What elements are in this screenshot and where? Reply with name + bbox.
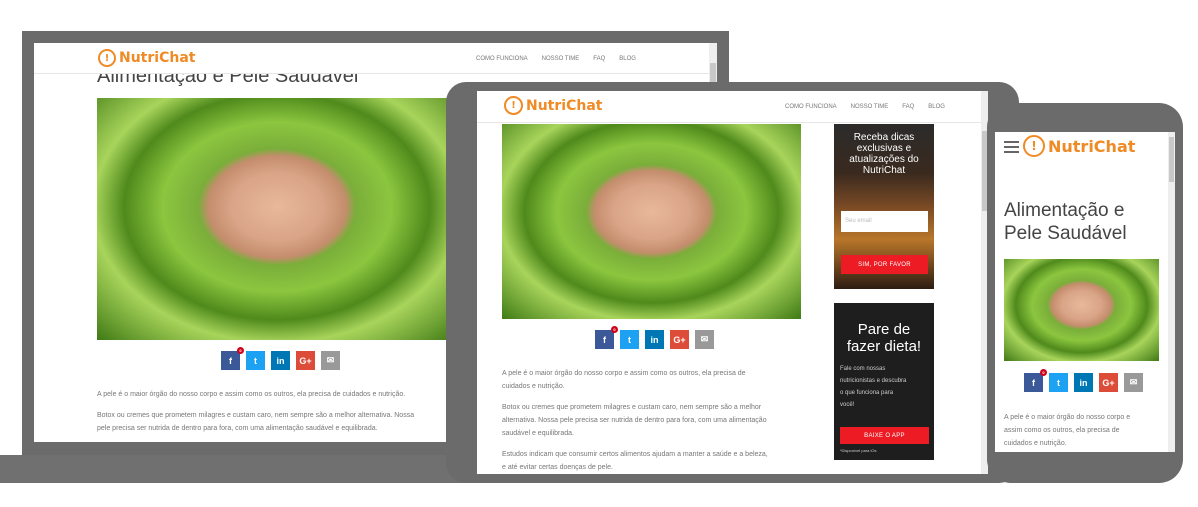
logo-mark-icon: !	[504, 96, 523, 115]
tablet-p2c: saudável e equilibrada.	[502, 430, 574, 437]
newsletter-heading-4: NutriChat	[862, 165, 906, 176]
app-promo-heading-1: Pare de	[857, 321, 911, 338]
mobile-article-title-2: Pele Saudável	[1004, 223, 1127, 244]
brand-name: NutriChat	[119, 50, 196, 66]
tablet-article-image	[502, 124, 801, 319]
brand-logo[interactable]: ! NutriChat	[1023, 135, 1135, 157]
mobile-screen: ! NutriChat Alimentação e Pele Saudável …	[995, 132, 1175, 452]
app-promo-heading-2: fazer dieta!	[846, 338, 922, 355]
mobile-p1a: A pele é o maior órgão do nosso corpo e	[1004, 414, 1131, 421]
hamburger-menu-icon[interactable]	[1004, 141, 1019, 153]
mobile-p1c: cuidados e nutrição.	[1004, 440, 1067, 447]
app-promo-desc-3: o que funciona para	[840, 390, 894, 396]
newsletter-heading-2: exclusivas e	[856, 143, 912, 154]
nav-item-blog[interactable]: BLOG	[928, 104, 945, 110]
linkedin-share-button[interactable]: in	[645, 330, 664, 349]
tablet-p2b: alternativa. Nossa pele precisa ser nutr…	[502, 417, 767, 424]
googleplus-share-button[interactable]: G+	[670, 330, 689, 349]
newsletter-submit-button[interactable]: SIM, POR FAVOR	[841, 255, 928, 274]
googleplus-share-button[interactable]: G+	[1099, 373, 1118, 392]
facebook-share-button[interactable]: f0	[221, 347, 244, 370]
tablet-p3b: e até evitar certas doenças de pele.	[502, 464, 613, 471]
newsletter-email-input[interactable]: Seu email	[841, 211, 928, 232]
facebook-share-button[interactable]: f0	[595, 326, 618, 349]
mobile-scrollbar[interactable]	[1168, 132, 1175, 452]
twitter-share-button[interactable]: t	[620, 330, 639, 349]
email-share-button[interactable]: ✉	[321, 351, 340, 370]
brand-logo[interactable]: ! NutriChat	[504, 96, 602, 115]
mobile-share-bar: f0 t in G+ ✉	[1024, 369, 1149, 392]
googleplus-share-button[interactable]: G+	[296, 351, 315, 370]
brand-name: NutriChat	[526, 97, 603, 114]
app-promo-widget: Pare de fazer dieta! Fale com nossas nut…	[834, 303, 934, 460]
nav-item-nosso-time[interactable]: NOSSO TIME	[542, 56, 580, 62]
share-count-badge: 0	[237, 347, 244, 354]
tablet-p3a: Estudos indicam que consumir certos alim…	[502, 451, 768, 458]
mobile-article-image	[1004, 259, 1159, 361]
nav-item-nosso-time[interactable]: NOSSO TIME	[851, 104, 889, 110]
nav-item-como-funciona[interactable]: COMO FUNCIONA	[785, 104, 837, 110]
download-app-button[interactable]: BAIXE O APP	[840, 427, 929, 444]
newsletter-heading-1: Receba dicas	[853, 132, 915, 143]
app-promo-desc-4: você!	[840, 402, 855, 408]
desktop-navbar: ! NutriChat COMO FUNCIONA NOSSO TIME FAQ…	[34, 43, 717, 74]
nav-item-como-funciona[interactable]: COMO FUNCIONA	[476, 56, 528, 62]
mobile-article-title-1: Alimentação e	[1004, 200, 1125, 221]
email-share-button[interactable]: ✉	[1124, 373, 1143, 392]
brand-name: NutriChat	[1048, 136, 1136, 156]
desktop-paragraph-2b: pele precisa ser nutrida de dentro para …	[97, 425, 378, 432]
logo-mark-icon: !	[1023, 135, 1045, 157]
facebook-share-button[interactable]: f0	[1024, 369, 1047, 392]
nav-item-faq[interactable]: FAQ	[902, 104, 914, 110]
desktop-paragraph-1: A pele é o maior órgão do nosso corpo e …	[97, 391, 406, 398]
desktop-nav-menu: COMO FUNCIONA NOSSO TIME FAQ BLOG	[462, 56, 636, 62]
desktop-share-bar: f0 t in G+ ✉	[221, 347, 346, 370]
twitter-share-button[interactable]: t	[1049, 373, 1068, 392]
desktop-paragraph-2a: Botox ou cremes que prometem milagres e …	[97, 412, 415, 419]
newsletter-widget: Receba dicas exclusivas e atualizações d…	[834, 124, 934, 289]
tablet-p2a: Botox ou cremes que prometem milagres e …	[502, 404, 762, 411]
tablet-p1b: cuidados e nutrição.	[502, 383, 565, 390]
twitter-share-button[interactable]: t	[246, 351, 265, 370]
linkedin-share-button[interactable]: in	[271, 351, 290, 370]
share-count-badge: 0	[1040, 369, 1047, 376]
email-share-button[interactable]: ✉	[695, 330, 714, 349]
brand-logo[interactable]: ! NutriChat	[98, 49, 195, 67]
linkedin-share-button[interactable]: in	[1074, 373, 1093, 392]
app-promo-desc-1: Fale com nossas	[840, 366, 886, 372]
mobile-p1b: assim como os outros, ela precisa de	[1004, 427, 1120, 434]
tablet-screen: ! NutriChat COMO FUNCIONA NOSSO TIME FAQ…	[477, 91, 988, 474]
nav-item-faq[interactable]: FAQ	[593, 56, 605, 62]
app-availability-note: *Disponível para iOs	[840, 448, 877, 453]
tablet-navbar: ! NutriChat COMO FUNCIONA NOSSO TIME FAQ…	[477, 91, 988, 123]
nav-item-blog[interactable]: BLOG	[619, 56, 636, 62]
desktop-article-image	[97, 98, 457, 340]
tablet-nav-menu: COMO FUNCIONA NOSSO TIME FAQ BLOG	[771, 104, 945, 110]
tablet-p1a: A pele é o maior órgão do nosso corpo e …	[502, 370, 746, 377]
newsletter-heading-3: atualizações do	[849, 154, 919, 165]
logo-mark-icon: !	[98, 49, 116, 67]
share-count-badge: 0	[611, 326, 618, 333]
tablet-share-bar: f0 t in G+ ✉	[595, 326, 720, 349]
app-promo-desc-2: nutricionistas e descubra	[840, 378, 907, 384]
